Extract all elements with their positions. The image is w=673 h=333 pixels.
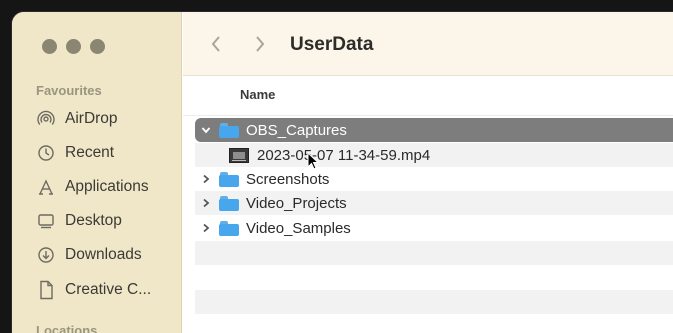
empty-row: [195, 241, 673, 265]
sidebar-section-locations: Locations: [36, 323, 98, 333]
column-header-label: Name: [240, 87, 276, 102]
sidebar-item-label: Desktop: [65, 212, 122, 229]
file-name: Video_Projects: [246, 194, 347, 212]
sidebar-item-downloads[interactable]: Downloads: [36, 243, 142, 267]
window-controls: [42, 39, 105, 54]
sidebar-item-label: Applications: [65, 178, 149, 195]
sidebar-item-label: AirDrop: [65, 110, 118, 127]
sidebar-section-favourites: Favourites: [36, 83, 102, 98]
list-item-video-projects[interactable]: Video_Projects: [195, 191, 673, 215]
toolbar: UserData: [183, 12, 673, 76]
clock-icon: [36, 143, 56, 163]
finder-window: Favourites AirDrop Recent Applications D…: [12, 12, 673, 333]
sidebar-item-airdrop[interactable]: AirDrop: [36, 107, 118, 131]
file-browser: UserData Name OBS_Captures 2023-05-07 11…: [183, 12, 673, 333]
disclosure-collapsed-icon[interactable]: [199, 172, 213, 186]
column-header-name[interactable]: Name: [183, 76, 673, 116]
file-name: Video_Samples: [246, 219, 351, 237]
downloads-icon: [36, 245, 56, 265]
empty-row: [195, 314, 673, 333]
forward-button[interactable]: [249, 32, 271, 56]
sidebar-item-label: Downloads: [65, 246, 142, 263]
sidebar-item-creative-cloud[interactable]: Creative C...: [36, 278, 151, 302]
sidebar: Favourites AirDrop Recent Applications D…: [12, 12, 182, 333]
list-item-screenshots[interactable]: Screenshots: [195, 167, 673, 191]
folder-icon: [219, 122, 239, 138]
desktop-icon: [36, 211, 56, 231]
back-button[interactable]: [205, 32, 227, 56]
zoom-button[interactable]: [90, 39, 105, 54]
disclosure-expanded-icon[interactable]: [199, 123, 213, 137]
close-button[interactable]: [42, 39, 57, 54]
sidebar-item-desktop[interactable]: Desktop: [36, 209, 122, 233]
applications-icon: [36, 177, 56, 197]
empty-row: [195, 290, 673, 314]
document-icon: [36, 280, 56, 300]
chevron-right-icon: [256, 36, 265, 52]
sidebar-item-recent[interactable]: Recent: [36, 141, 114, 165]
sidebar-item-label: Recent: [65, 144, 115, 161]
disclosure-collapsed-icon[interactable]: [199, 196, 213, 210]
sidebar-item-label: Creative C...: [65, 281, 152, 298]
list-item-obs-captures[interactable]: OBS_Captures: [195, 118, 673, 142]
file-name: 2023-05-07 11-34-59.mp4: [257, 146, 431, 164]
video-file-icon: [229, 147, 249, 163]
file-name: Screenshots: [246, 170, 330, 188]
empty-row: [195, 265, 673, 289]
disclosure-collapsed-icon[interactable]: [199, 221, 213, 235]
list-item-video-samples[interactable]: Video_Samples: [195, 216, 673, 240]
window-title: UserData: [290, 34, 374, 55]
sidebar-item-applications[interactable]: Applications: [36, 175, 149, 199]
minimize-button[interactable]: [66, 39, 81, 54]
folder-icon: [219, 195, 239, 211]
folder-icon: [219, 171, 239, 187]
list-item-video-file[interactable]: 2023-05-07 11-34-59.mp4: [195, 143, 673, 167]
airdrop-icon: [36, 109, 56, 129]
folder-icon: [219, 220, 239, 236]
chevron-left-icon: [211, 36, 220, 52]
mouse-pointer-icon: [307, 152, 319, 170]
file-name: OBS_Captures: [246, 121, 347, 139]
